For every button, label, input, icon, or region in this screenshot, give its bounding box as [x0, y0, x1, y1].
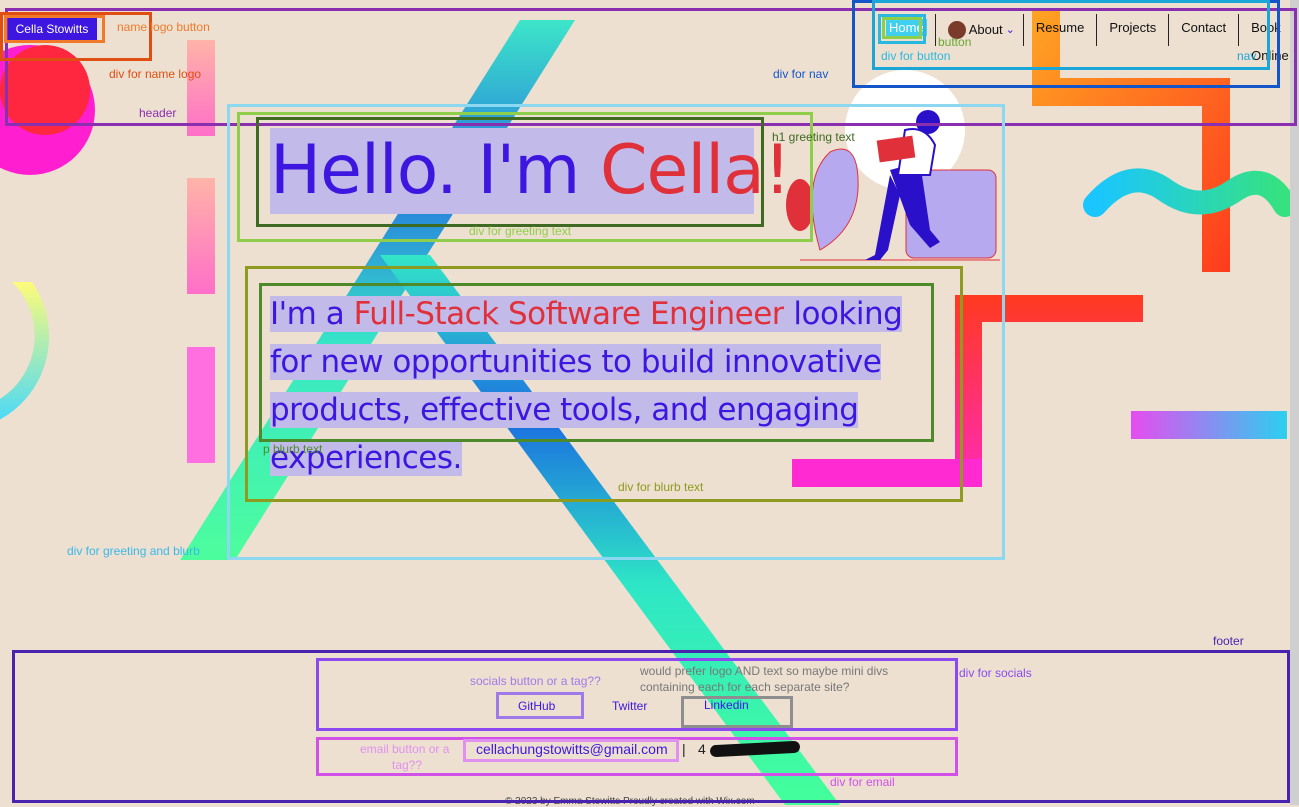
note-email-button-1: email button or a [360, 742, 450, 756]
note-h1-greeting: h1 greeting text [772, 130, 855, 144]
note-div-socials: div for socials [959, 666, 1032, 680]
note-div-email: div for email [830, 775, 895, 789]
note-name-logo-button: name logo button [117, 20, 210, 34]
button-outline [882, 17, 922, 39]
note-div-nav: div for nav [773, 67, 829, 81]
linkedin-outline [681, 696, 793, 728]
note-socials-line2: containing each for each separate site? [640, 680, 850, 694]
note-socials-line1: would prefer logo AND text so maybe mini… [640, 664, 889, 678]
note-div-button: div for button [881, 49, 951, 63]
note-div-greeting: div for greeting text [469, 224, 572, 238]
note-nav: nav [1237, 49, 1257, 63]
note-header: header [139, 106, 177, 120]
note-div-blurb: div for blurb text [618, 480, 704, 494]
note-div-greeting-blurb: div for greeting and blurb [67, 544, 200, 558]
email-button-outline [463, 739, 679, 762]
name-logo-button-outline [4, 15, 105, 43]
note-p-blurb: p blurb text [263, 442, 323, 456]
note-div-name-logo: div for name logo [109, 67, 202, 81]
h1-outline [256, 117, 764, 227]
github-button-outline [496, 692, 584, 719]
p-blurb-outline [259, 283, 934, 442]
note-socials-button: socials button or a tag?? [470, 674, 601, 688]
note-button: button [938, 35, 972, 49]
note-footer: footer [1213, 634, 1244, 648]
note-email-button-2: tag?? [392, 758, 423, 772]
